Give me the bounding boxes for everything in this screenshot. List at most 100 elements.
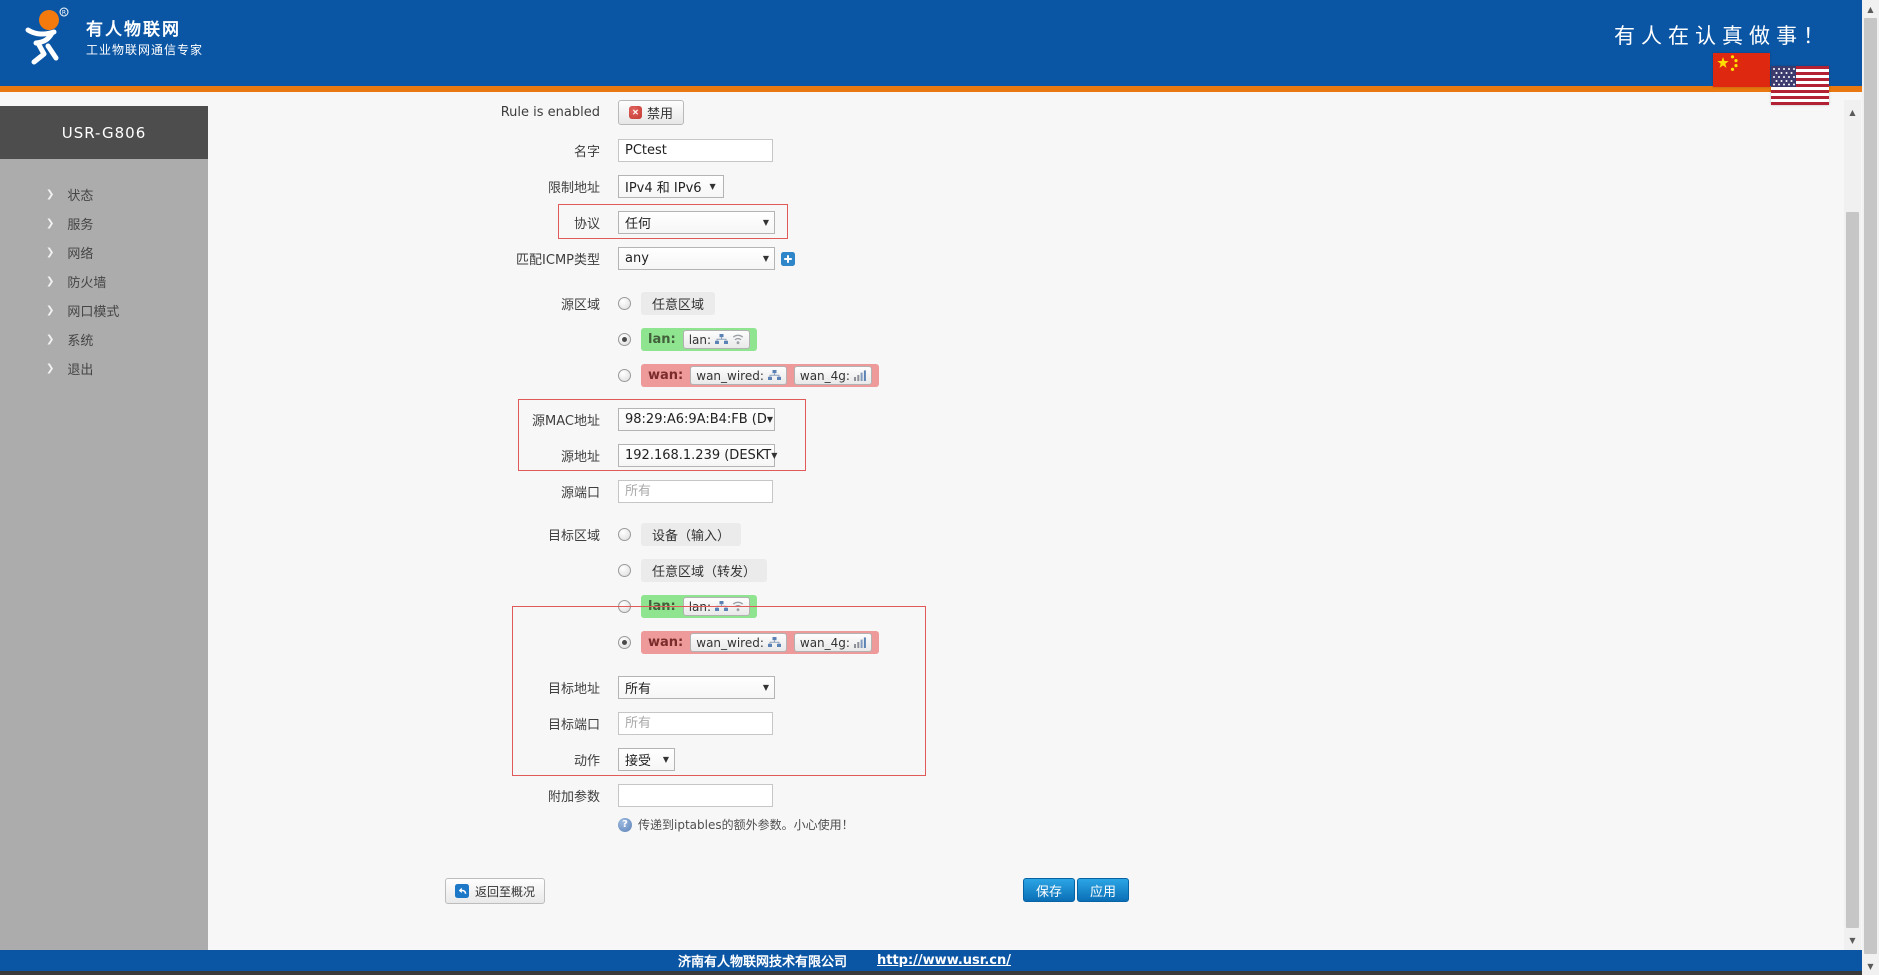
save-button[interactable]: 保存 [1023, 878, 1075, 902]
us-flag-icon[interactable] [1771, 66, 1829, 105]
disable-button[interactable]: 禁用 [618, 100, 684, 125]
sidebar-nav: 状态 服务 网络 防火墙 网口模式 系统 退出 [0, 159, 208, 950]
content-scrollbar-thumb[interactable] [1846, 212, 1859, 928]
sidebar-item-firewall[interactable]: 防火墙 [0, 267, 208, 296]
dest-zone-device-badge[interactable]: 设备（输入） [641, 523, 741, 546]
source-zone-any-radio[interactable] [618, 297, 631, 310]
caret-down-icon [767, 415, 773, 424]
restrict-address-select[interactable]: IPv4 和 IPv6 [618, 175, 724, 198]
zone-name: lan: [648, 332, 676, 347]
action-value: 接受 [625, 750, 651, 769]
add-entry-icon[interactable] [780, 251, 796, 267]
icmp-type-label: 匹配ICMP类型 [208, 249, 618, 268]
china-flag-icon[interactable] [1713, 53, 1770, 87]
icmp-type-row: 匹配ICMP类型 any [208, 246, 796, 271]
sidebar-item-port-mode[interactable]: 网口模式 [0, 296, 208, 325]
network-name: lan: [689, 333, 711, 347]
dest-port-input[interactable] [618, 712, 773, 735]
chevron-right-icon [46, 189, 54, 200]
wifi-icon [732, 601, 744, 612]
source-zone-any-badge[interactable]: 任意区域 [641, 292, 715, 315]
name-label: 名字 [208, 141, 618, 160]
caret-down-icon [710, 182, 716, 191]
disable-button-label: 禁用 [647, 103, 673, 122]
chevron-right-icon [46, 218, 54, 229]
protocol-row: 协议 任何 [208, 210, 775, 235]
sidebar-item-system[interactable]: 系统 [0, 325, 208, 354]
dest-address-select[interactable]: 所有 [618, 676, 775, 699]
sidebar-item-logout[interactable]: 退出 [0, 354, 208, 383]
source-mac-label: 源MAC地址 [208, 410, 618, 429]
network-badge-lan: lan: [683, 597, 750, 616]
source-mac-value: 98:29:A6:9A:B4:FB (D [625, 412, 767, 427]
dest-address-value: 所有 [625, 678, 651, 697]
dest-zone-wan-radio[interactable] [618, 636, 631, 649]
network-badge-lan: lan: [683, 330, 750, 349]
action-select[interactable]: 接受 [618, 748, 675, 771]
source-port-input[interactable] [618, 480, 773, 503]
source-zone-wan-radio[interactable] [618, 369, 631, 382]
window-bottom-edge [0, 971, 1879, 975]
scroll-down-icon[interactable] [1862, 958, 1879, 974]
brand-subtitle: 工业物联网通信专家 [86, 41, 203, 58]
dest-zone-label: 目标区域 [208, 525, 618, 544]
dest-zone-wan-badge[interactable]: wan: wan_wired: wan_4g: [641, 631, 879, 654]
dest-port-row: 目标端口 [208, 711, 773, 736]
network-name: wan_4g: [800, 369, 850, 383]
source-mac-select[interactable]: 98:29:A6:9A:B4:FB (D [618, 408, 775, 431]
extra-args-input[interactable] [618, 784, 773, 807]
source-address-value: 192.168.1.239 (DESKT [625, 448, 771, 463]
firewall-rule-form: Rule is enabled 禁用 名字 限制地址 IPv4 和 IPv6 协… [208, 92, 1844, 950]
caret-down-icon [663, 755, 669, 764]
back-to-overview-button[interactable]: 返回至概况 [445, 878, 545, 904]
restrict-address-value: IPv4 和 IPv6 [625, 177, 702, 196]
browser-scrollbar[interactable] [1862, 0, 1879, 975]
dest-zone-any-radio[interactable] [618, 564, 631, 577]
sidebar-item-label: 网络 [67, 243, 93, 262]
source-zone-any-row: 源区域 任意区域 [208, 291, 715, 316]
footer-url-link[interactable]: http://www.usr.cn/ [877, 953, 1011, 968]
dest-port-label: 目标端口 [208, 714, 618, 733]
dest-address-row: 目标地址 所有 [208, 675, 775, 700]
dest-zone-lan-badge[interactable]: lan: lan: [641, 595, 757, 618]
source-address-select[interactable]: 192.168.1.239 (DESKT [618, 444, 775, 467]
device-name: USR-G806 [0, 106, 208, 159]
browser-scrollbar-thumb[interactable] [1864, 18, 1877, 954]
sidebar-item-label: 防火墙 [67, 272, 106, 291]
restrict-address-row: 限制地址 IPv4 和 IPv6 [208, 174, 724, 199]
signal-icon [854, 370, 866, 381]
scroll-up-icon[interactable] [1862, 1, 1879, 17]
restrict-address-label: 限制地址 [208, 177, 618, 196]
dest-zone-lan-radio[interactable] [618, 600, 631, 613]
source-port-row: 源端口 [208, 479, 773, 504]
dest-address-label: 目标地址 [208, 678, 618, 697]
sidebar-item-label: 退出 [67, 359, 93, 378]
scroll-up-icon[interactable] [1844, 104, 1861, 120]
network-name: wan_wired: [696, 369, 764, 383]
dest-zone-lan-row: lan: lan: [208, 594, 757, 619]
dest-zone-any-badge[interactable]: 任意区域（转发） [641, 559, 767, 582]
name-input[interactable] [618, 139, 773, 162]
source-zone-wan-badge[interactable]: wan: wan_wired: wan_4g: [641, 364, 879, 387]
footer-company: 济南有人物联网技术有限公司 [678, 951, 847, 970]
sidebar-item-status[interactable]: 状态 [0, 180, 208, 209]
caret-down-icon [763, 683, 769, 692]
content-scrollbar[interactable] [1844, 100, 1861, 950]
sidebar-item-network[interactable]: 网络 [0, 238, 208, 267]
ethernet-icon [768, 637, 781, 648]
svg-text:R: R [62, 9, 66, 16]
source-address-row: 源地址 192.168.1.239 (DESKT [208, 443, 775, 468]
icmp-type-select[interactable]: any [618, 247, 775, 270]
apply-button[interactable]: 应用 [1077, 878, 1129, 902]
source-zone-lan-badge[interactable]: lan: lan: [641, 328, 757, 351]
caret-down-icon [763, 218, 769, 227]
dest-zone-device-radio[interactable] [618, 528, 631, 541]
protocol-select[interactable]: 任何 [618, 211, 775, 234]
network-name: wan_wired: [696, 636, 764, 650]
source-zone-lan-radio[interactable] [618, 333, 631, 346]
header: R 有人物联网 工业物联网通信专家 有人在认真做事！ [0, 0, 1879, 86]
scroll-down-icon[interactable] [1844, 932, 1861, 948]
extra-args-label: 附加参数 [208, 786, 618, 805]
sidebar-item-services[interactable]: 服务 [0, 209, 208, 238]
extra-args-row: 附加参数 [208, 783, 773, 808]
